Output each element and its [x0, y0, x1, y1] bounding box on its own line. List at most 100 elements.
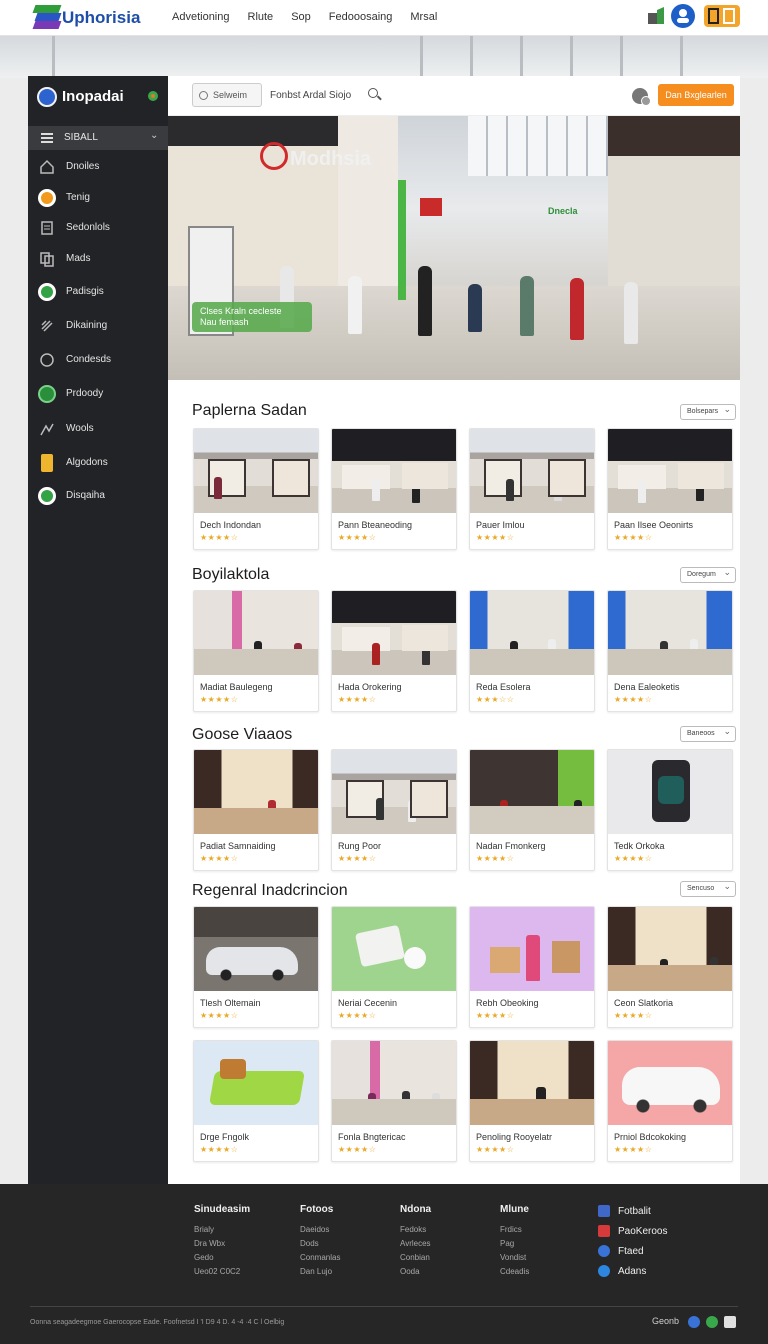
footer-link[interactable]: Pag — [500, 1239, 529, 1248]
top-nav-item[interactable]: Mrsal — [410, 11, 437, 23]
brand-logo-icon[interactable] — [32, 5, 62, 29]
rating-stars: ★★★★☆ — [476, 1145, 515, 1154]
sidebar-item[interactable]: Algodons — [28, 448, 168, 478]
sidebar-item[interactable]: Dnoiles — [28, 152, 168, 182]
product-card[interactable]: Prniol Bdcokoking ★★★★☆ — [607, 1040, 733, 1162]
rating-stars: ★★★★☆ — [614, 695, 653, 704]
sidebar-menu-toggle[interactable]: SIBALL ⌄ — [28, 126, 168, 150]
sidebar-item[interactable]: Padisgis — [28, 277, 168, 307]
footer-link[interactable]: Gedo — [194, 1253, 250, 1262]
top-nav-item[interactable]: Advetioning — [172, 11, 230, 23]
product-card[interactable]: Rebh Obeoking ★★★★☆ — [469, 906, 595, 1028]
product-card[interactable]: Tlesh Oltemain ★★★★☆ — [193, 906, 319, 1028]
product-card[interactable]: Ceon Slatkoria ★★★★☆ — [607, 906, 733, 1028]
battery-icon — [41, 454, 53, 472]
product-image — [332, 429, 456, 513]
footer-link[interactable]: Conbian — [400, 1253, 431, 1262]
footer-link[interactable]: Dra Wbx — [194, 1239, 250, 1248]
product-card[interactable]: Dena Ealeoketis ★★★★☆ — [607, 590, 733, 712]
rating-stars: ★★★★☆ — [200, 854, 239, 863]
footer-link[interactable]: Fedoks — [400, 1225, 431, 1234]
footer-link[interactable]: Frdics — [500, 1225, 529, 1234]
social-link[interactable]: Ftaed — [598, 1244, 718, 1264]
rating-stars: ★★★★☆ — [614, 533, 653, 542]
cart-icon[interactable] — [704, 5, 740, 27]
footer-link[interactable]: Dan Lujo — [300, 1267, 340, 1276]
footer-link[interactable]: Avrleces — [400, 1239, 431, 1248]
rating-stars: ★★★☆☆ — [476, 695, 515, 704]
product-card[interactable]: Rung Poor ★★★★☆ — [331, 749, 457, 871]
product-card[interactable]: Pauer Imlou ★★★★☆ — [469, 428, 595, 550]
product-card[interactable]: Padiat Samnaiding ★★★★☆ — [193, 749, 319, 871]
footer-column: Mlune Frdics Pag Vondist Cdeadis — [500, 1204, 529, 1281]
sort-dropdown[interactable]: Doregum — [680, 567, 736, 583]
footer-link[interactable]: Cdeadis — [500, 1267, 529, 1276]
sidebar-brand[interactable]: Inopadai — [62, 88, 124, 105]
facebook-icon — [598, 1205, 610, 1217]
product-card[interactable]: Penoling Rooyelatr ★★★★☆ — [469, 1040, 595, 1162]
footer-link[interactable]: Daeidos — [300, 1225, 340, 1234]
footer-heading: Ndona — [400, 1204, 432, 1215]
sort-dropdown[interactable]: Baneoos — [680, 726, 736, 742]
sidebar-item[interactable]: Prdoody — [28, 379, 168, 409]
footer-heading: Mlune — [500, 1204, 529, 1215]
notification-icon[interactable] — [646, 6, 666, 26]
top-nav-item[interactable]: Rlute — [248, 11, 274, 23]
cta-button[interactable]: Dan Bxglearlen — [658, 84, 734, 106]
top-nav: Advetioning Rlute Sop Fedooosaing Mrsal — [172, 11, 437, 23]
product-image — [332, 750, 456, 834]
sort-dropdown[interactable]: Bolsepars — [680, 404, 736, 420]
product-card[interactable]: Pann Bteaneoding ★★★★☆ — [331, 428, 457, 550]
product-card[interactable]: Drge Fngolk ★★★★☆ — [193, 1040, 319, 1162]
product-card[interactable]: Paan Ilsee Oeonirts ★★★★☆ — [607, 428, 733, 550]
footer-link[interactable]: Conmanlas — [300, 1253, 340, 1262]
rating-stars: ★★★★☆ — [614, 1145, 653, 1154]
footer-link[interactable]: Brialy — [194, 1225, 250, 1234]
product-name: Dena Ealeoketis — [614, 682, 680, 692]
plugin-icon[interactable] — [146, 89, 160, 103]
sidebar-item[interactable]: Condesds — [28, 345, 168, 375]
footer-link[interactable]: Dods — [300, 1239, 340, 1248]
footer-link[interactable]: Ueo02 C0C2 — [194, 1267, 250, 1276]
product-card[interactable]: Dech Indondan ★★★★☆ — [193, 428, 319, 550]
product-image — [194, 1041, 318, 1125]
social-link[interactable]: Fotbalit — [598, 1204, 718, 1224]
facebook-icon[interactable] — [688, 1316, 700, 1328]
product-card[interactable]: Reda Esolera ★★★☆☆ — [469, 590, 595, 712]
product-card[interactable]: Hada Orokering ★★★★☆ — [331, 590, 457, 712]
user-avatar-icon[interactable] — [671, 4, 695, 28]
social-link[interactable]: PaoKeroos — [598, 1224, 718, 1244]
product-card[interactable]: Tedk Orkoka ★★★★☆ — [607, 749, 733, 871]
sidebar-item[interactable]: Sedonlols — [28, 213, 168, 243]
sidebar-logo-icon[interactable] — [37, 87, 57, 107]
search-icon[interactable] — [368, 88, 382, 102]
product-card[interactable]: Neriai Cecenin ★★★★☆ — [331, 906, 457, 1028]
sidebar-item[interactable]: Tenig — [28, 183, 168, 213]
product-card[interactable]: Nadan Fmonkerg ★★★★☆ — [469, 749, 595, 871]
hamburger-icon — [41, 133, 53, 143]
sidebar-item[interactable]: Disqaiha — [28, 481, 168, 511]
top-nav-item[interactable]: Fedooosaing — [329, 11, 393, 23]
apps-icon — [598, 1265, 610, 1277]
sidebar-item[interactable]: Dikaining — [28, 311, 168, 341]
sidebar-item[interactable]: Wools — [28, 414, 168, 444]
whatsapp-icon[interactable] — [706, 1316, 718, 1328]
top-nav-item[interactable]: Sop — [291, 11, 311, 23]
brand-name[interactable]: Uphorisia — [62, 8, 140, 28]
product-card[interactable]: Fonla Bngtericac ★★★★☆ — [331, 1040, 457, 1162]
product-image — [470, 1041, 594, 1125]
sort-dropdown[interactable]: Sencuso — [680, 881, 736, 897]
footer-link[interactable]: Ooda — [400, 1267, 431, 1276]
home-icon — [40, 159, 54, 174]
footer-column: Fotoos Daeidos Dods Conmanlas Dan Lujo — [300, 1204, 340, 1281]
product-name: Prniol Bdcokoking — [614, 1132, 687, 1142]
settings-icon[interactable] — [632, 88, 651, 106]
product-name: Reda Esolera — [476, 682, 531, 692]
social-link[interactable]: Adans — [598, 1264, 718, 1284]
sidebar-item[interactable]: Mads — [28, 244, 168, 274]
search-input[interactable]: Selweim — [192, 83, 262, 107]
product-image — [194, 907, 318, 991]
home-icon[interactable] — [724, 1316, 736, 1328]
footer-link[interactable]: Vondist — [500, 1253, 529, 1262]
product-card[interactable]: Madiat Baulegeng ★★★★☆ — [193, 590, 319, 712]
